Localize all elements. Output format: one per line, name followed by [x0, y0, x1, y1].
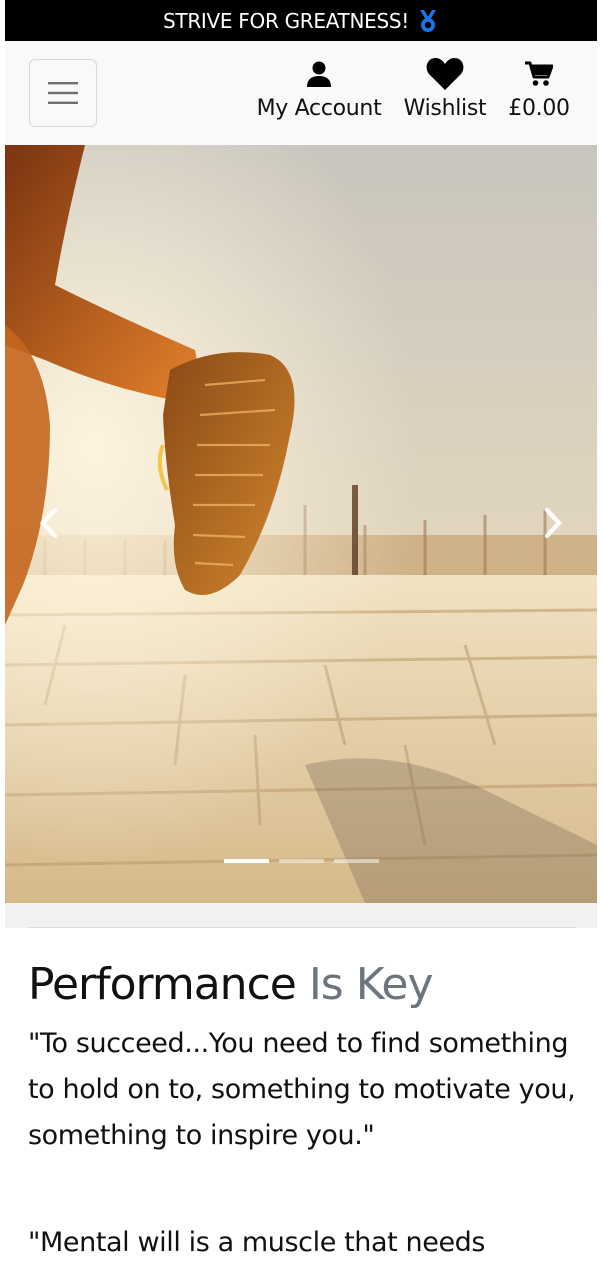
quote-1: "To succeed...You need to find something…	[28, 1028, 576, 1151]
heart-icon	[426, 57, 464, 91]
chevron-left-icon	[39, 508, 58, 538]
carousel-next-button[interactable]	[533, 503, 573, 543]
performance-section: Performance Is Key "To succeed...You nee…	[28, 955, 588, 1266]
cart-total-label: £0.00	[508, 96, 570, 121]
my-account-link[interactable]: My Account	[254, 57, 384, 121]
cart-icon	[525, 57, 553, 91]
carousel-indicator-1[interactable]	[224, 859, 269, 863]
page: STRIVE FOR GREATNESS! My Account Wishlis…	[5, 0, 597, 1279]
wishlist-link[interactable]: Wishlist	[401, 57, 489, 121]
medal-icon	[417, 9, 439, 33]
carousel-indicator-3[interactable]	[334, 859, 379, 863]
wishlist-label: Wishlist	[403, 96, 487, 121]
quote-2: "Mental will is a muscle that needs	[28, 1227, 486, 1258]
heading-muted: Is Key	[308, 959, 434, 1010]
banner-text: STRIVE FOR GREATNESS!	[163, 8, 409, 33]
user-icon	[307, 57, 331, 91]
hero-carousel	[5, 145, 597, 903]
divider	[28, 927, 575, 928]
carousel-indicator-2[interactable]	[279, 859, 324, 863]
carousel-prev-button[interactable]	[29, 503, 69, 543]
main-navbar: My Account Wishlist £0.00	[5, 41, 597, 145]
hamburger-menu-icon	[48, 82, 78, 104]
section-separator-band	[5, 903, 597, 928]
chevron-right-icon	[544, 508, 563, 538]
section-heading: Performance Is Key	[28, 955, 588, 1015]
navbar-toggler-button[interactable]	[29, 59, 97, 127]
heading-main: Performance	[28, 959, 297, 1010]
promo-banner: STRIVE FOR GREATNESS!	[5, 0, 597, 41]
carousel-indicators	[224, 859, 379, 863]
my-account-label: My Account	[256, 96, 382, 121]
hero-image	[5, 145, 597, 903]
cart-link[interactable]: £0.00	[505, 57, 573, 121]
